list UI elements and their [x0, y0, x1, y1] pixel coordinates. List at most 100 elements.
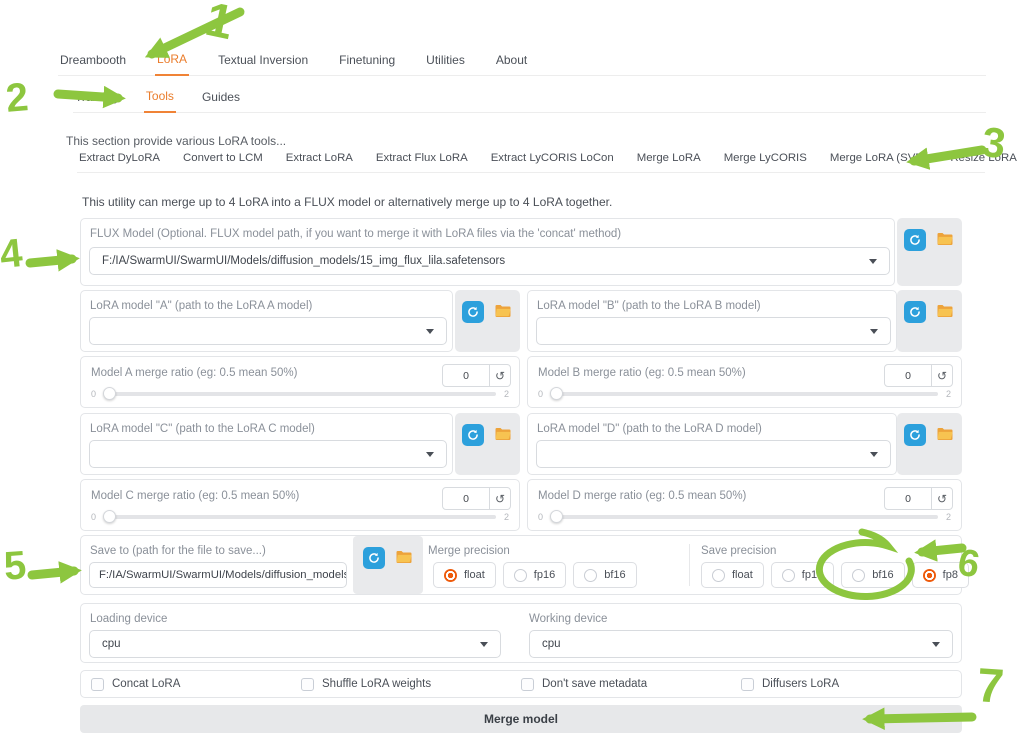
refresh-icon[interactable] — [462, 301, 484, 323]
open-folder-icon[interactable] — [935, 424, 955, 444]
slider-handle[interactable] — [103, 510, 116, 523]
radio-merge-bf16[interactable]: bf16 — [573, 562, 636, 588]
refresh-icon[interactable] — [462, 424, 484, 446]
ratio-a-panel: Model A merge ratio (eg: 0.5 mean 50%) 0… — [80, 356, 520, 408]
merge-precision-label: Merge precision — [428, 545, 510, 557]
tab-extract-lora[interactable]: Extract LoRA — [284, 152, 355, 172]
working-device-dropdown[interactable]: cpu — [529, 630, 953, 658]
slider-min-label: 0 — [91, 512, 96, 522]
tab-utilities[interactable]: Utilities — [424, 53, 467, 75]
tab-training[interactable]: Training — [73, 90, 120, 112]
slider-max-label: 2 — [504, 389, 509, 399]
slider-handle[interactable] — [550, 387, 563, 400]
flux-model-label: FLUX Model (Optional. FLUX model path, i… — [90, 228, 621, 240]
reset-icon[interactable]: ↺ — [489, 365, 510, 386]
radio-merge-float[interactable]: float — [433, 562, 496, 588]
radio-label: float — [732, 569, 753, 581]
checkbox-dont-save-metadata[interactable]: Don't save metadata — [521, 678, 741, 691]
annotation-digit-4: 4 — [0, 233, 24, 275]
tab-extract-lycoris-locon[interactable]: Extract LyCORIS LoCon — [489, 152, 616, 172]
checkbox-shuffle-weights[interactable]: Shuffle LoRA weights — [301, 678, 521, 691]
tab-guides[interactable]: Guides — [200, 90, 242, 112]
checkbox-label: Diffusers LoRA — [762, 678, 839, 690]
ratio-a-label: Model A merge ratio (eg: 0.5 mean 50%) — [91, 367, 297, 379]
ratio-c-input[interactable]: 0 — [443, 488, 489, 509]
flux-model-dropdown[interactable]: F:/IA/SwarmUI/SwarmUI/Models/diffusion_m… — [89, 247, 890, 275]
tab-dreambooth[interactable]: Dreambooth — [58, 53, 128, 75]
ratio-a-input[interactable]: 0 — [443, 365, 489, 386]
ratio-b-input[interactable]: 0 — [885, 365, 931, 386]
checkbox-icon[interactable] — [741, 678, 754, 691]
slider-handle[interactable] — [103, 387, 116, 400]
lora-model-b-dropdown[interactable] — [536, 317, 891, 345]
lora-model-d-dropdown[interactable] — [536, 440, 891, 468]
lora-model-b-panel: LoRA model "B" (path to the LoRA B model… — [527, 290, 897, 352]
utility-note: This utility can merge up to 4 LoRA into… — [82, 195, 612, 209]
open-folder-icon[interactable] — [493, 301, 513, 321]
section-note: This section provide various LoRA tools.… — [66, 134, 286, 148]
open-folder-icon[interactable] — [935, 229, 955, 249]
reset-icon[interactable]: ↺ — [489, 488, 510, 509]
chevron-down-icon — [426, 452, 434, 457]
tab-textual-inversion[interactable]: Textual Inversion — [216, 53, 310, 75]
ratio-d-input[interactable]: 0 — [885, 488, 931, 509]
open-folder-icon[interactable] — [935, 301, 955, 321]
reset-icon[interactable]: ↺ — [931, 488, 952, 509]
slider-handle[interactable] — [550, 510, 563, 523]
refresh-icon[interactable] — [904, 424, 926, 446]
radio-merge-fp16[interactable]: fp16 — [503, 562, 566, 588]
ratio-c-slider[interactable] — [104, 515, 496, 519]
merge-model-button[interactable]: Merge model — [80, 705, 962, 733]
refresh-icon[interactable] — [904, 229, 926, 251]
chevron-down-icon — [870, 329, 878, 334]
ratio-d-slider[interactable] — [551, 515, 938, 519]
device-row-panel: Loading device cpu Working device cpu — [80, 603, 962, 663]
save-row-panel: Save to (path for the file to save...) F… — [80, 535, 962, 595]
radio-label: float — [464, 569, 485, 581]
checkbox-icon[interactable] — [521, 678, 534, 691]
radio-save-float[interactable]: float — [701, 562, 764, 588]
lora-model-d-label: LoRA model "D" (path to the LoRA D model… — [537, 423, 762, 435]
lora-model-a-buttons — [455, 290, 520, 352]
merge-precision-group: float fp16 bf16 — [433, 562, 637, 588]
radio-save-fp16[interactable]: fp16 — [771, 562, 834, 588]
save-to-label: Save to (path for the file to save...) — [90, 545, 266, 557]
tab-merge-lora[interactable]: Merge LoRA — [635, 152, 703, 172]
refresh-icon[interactable] — [904, 301, 926, 323]
ratio-b-panel: Model B merge ratio (eg: 0.5 mean 50%) 0… — [527, 356, 962, 408]
tab-about[interactable]: About — [494, 53, 529, 75]
checkbox-concat-lora[interactable]: Concat LoRA — [81, 678, 301, 691]
tab-lora[interactable]: LoRA — [155, 52, 189, 76]
lora-model-a-dropdown[interactable] — [89, 317, 447, 345]
tab-finetuning[interactable]: Finetuning — [337, 53, 397, 75]
open-folder-icon[interactable] — [493, 424, 513, 444]
tab-extract-flux-lora[interactable]: Extract Flux LoRA — [374, 152, 470, 172]
tab-merge-lycoris[interactable]: Merge LyCORIS — [722, 152, 809, 172]
tab-extract-dylora[interactable]: Extract DyLoRA — [77, 152, 162, 172]
tab-convert-to-lcm[interactable]: Convert to LCM — [181, 152, 265, 172]
lora-model-a-label: LoRA model "A" (path to the LoRA A model… — [90, 300, 312, 312]
open-folder-icon[interactable] — [394, 547, 414, 567]
lora-model-c-dropdown[interactable] — [89, 440, 447, 468]
working-device-label: Working device — [529, 613, 607, 625]
slider-max-label: 2 — [504, 512, 509, 522]
ratio-b-slider[interactable] — [551, 392, 938, 396]
loading-device-dropdown[interactable]: cpu — [89, 630, 501, 658]
tab-merge-lora-svd[interactable]: Merge LoRA (SVD) — [828, 152, 930, 172]
reset-icon[interactable]: ↺ — [931, 365, 952, 386]
checkbox-icon[interactable] — [91, 678, 104, 691]
ratio-a-slider[interactable] — [104, 392, 496, 396]
annotation-digit-5: 5 — [3, 545, 28, 586]
save-to-input[interactable]: F:/IA/SwarmUI/SwarmUI/Models/diffusion_m… — [89, 562, 347, 588]
tab-tools[interactable]: Tools — [144, 89, 176, 113]
radio-save-bf16[interactable]: bf16 — [841, 562, 904, 588]
checkbox-icon[interactable] — [301, 678, 314, 691]
refresh-icon[interactable] — [363, 547, 385, 569]
chevron-down-icon — [870, 452, 878, 457]
loading-device-value: cpu — [102, 638, 121, 650]
flux-model-buttons — [897, 218, 962, 286]
lora-model-a-panel: LoRA model "A" (path to the LoRA A model… — [80, 290, 453, 352]
checkbox-diffusers-lora[interactable]: Diffusers LoRA — [741, 678, 961, 691]
radio-icon — [782, 569, 795, 582]
arrow-5-save-to-input — [32, 571, 74, 575]
